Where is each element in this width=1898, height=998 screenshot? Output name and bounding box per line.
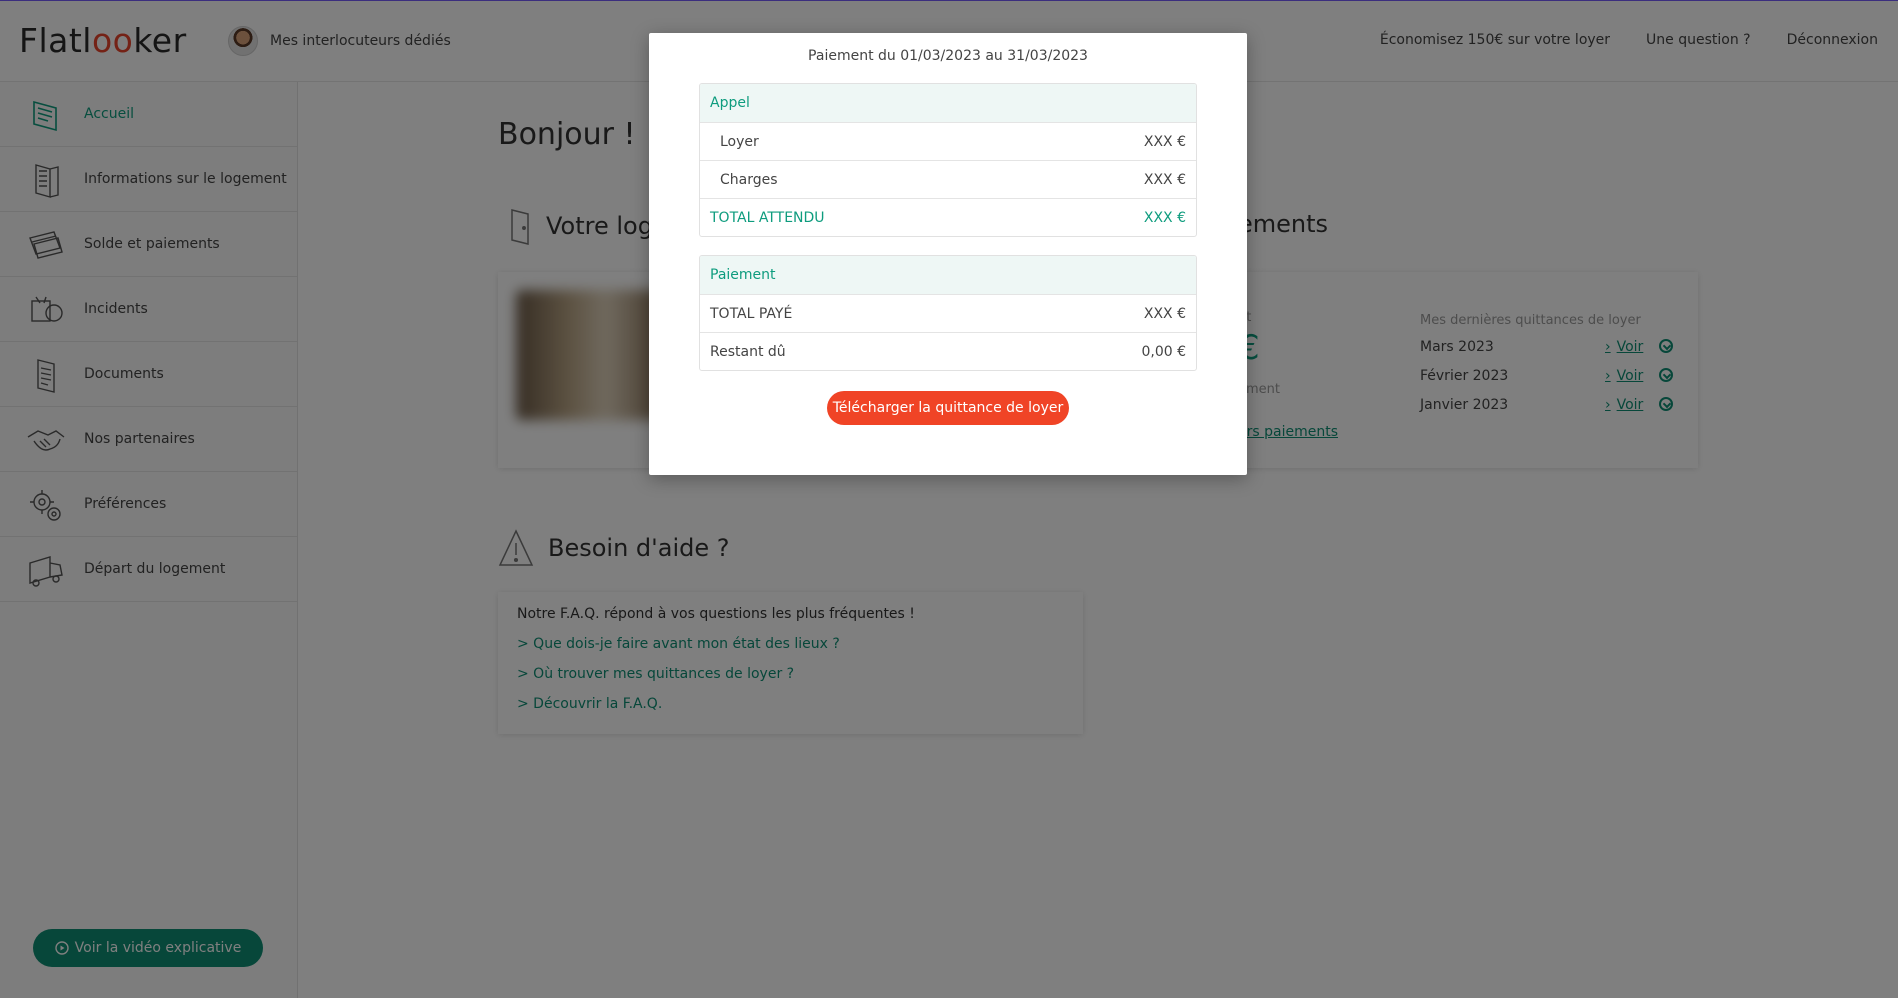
download-receipt-button[interactable]: Télécharger la quittance de loyer	[827, 391, 1069, 425]
row-label: Restant dû	[710, 343, 786, 360]
paiement-heading: Paiement	[710, 267, 776, 283]
table-row: Restant dû 0,00 €	[700, 332, 1196, 370]
row-value: 0,00 €	[1141, 343, 1186, 360]
row-value: XXX €	[1143, 133, 1186, 150]
row-label: Loyer	[720, 133, 759, 150]
appel-table: Appel Loyer XXX € Charges XXX € TOTAL AT…	[699, 83, 1197, 237]
row-value: XXX €	[1143, 171, 1186, 188]
modal-title: Paiement du 01/03/2023 au 31/03/2023	[808, 48, 1088, 64]
appel-heading: Appel	[710, 95, 750, 111]
table-row: Charges XXX €	[700, 160, 1196, 198]
payment-modal: Paiement du 01/03/2023 au 31/03/2023 App…	[649, 33, 1247, 475]
paiement-header: Paiement	[700, 256, 1196, 294]
row-label: Charges	[720, 171, 778, 188]
row-label: TOTAL PAYÉ	[710, 305, 793, 322]
table-row: Loyer XXX €	[700, 122, 1196, 160]
total-row: TOTAL ATTENDU XXX €	[700, 198, 1196, 236]
row-label: TOTAL ATTENDU	[710, 209, 825, 226]
row-value: XXX €	[1143, 305, 1186, 322]
appel-header: Appel	[700, 84, 1196, 122]
paiement-table: Paiement TOTAL PAYÉ XXX € Restant dû 0,0…	[699, 255, 1197, 371]
table-row: TOTAL PAYÉ XXX €	[700, 294, 1196, 332]
row-value: XXX €	[1143, 209, 1186, 226]
